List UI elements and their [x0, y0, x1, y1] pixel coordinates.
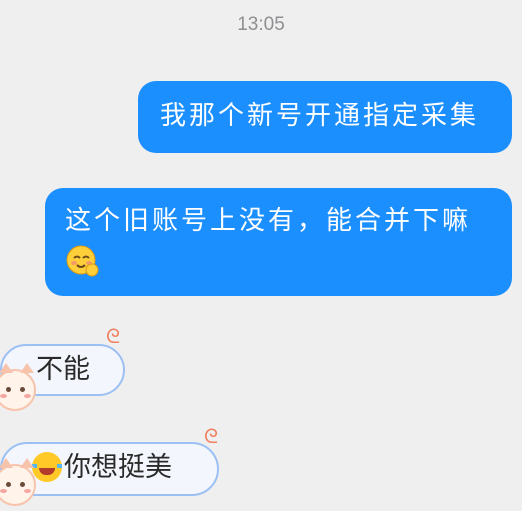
- curl-decoration-icon: ᘓ: [204, 424, 219, 448]
- cat-face-icon[interactable]: [0, 363, 36, 411]
- message-text: 我那个新号开通指定采集: [160, 101, 480, 131]
- shy-smile-emoji-icon: [66, 245, 99, 277]
- message-timestamp: 13:05: [237, 14, 285, 35]
- outgoing-message-bubble[interactable]: 我那个新号开通指定采集: [138, 81, 512, 153]
- message-text: 你想挺美: [64, 452, 172, 483]
- laughing-tears-emoji-icon: [32, 451, 62, 482]
- cat-face-icon[interactable]: [0, 458, 36, 506]
- message-text: 不能: [36, 354, 90, 385]
- outgoing-message-bubble[interactable]: 这个旧账号上没有，能合并下嘛: [45, 188, 512, 296]
- message-text: 这个旧账号上没有，能合并下嘛: [65, 206, 472, 236]
- curl-decoration-icon: ᘓ: [106, 324, 121, 348]
